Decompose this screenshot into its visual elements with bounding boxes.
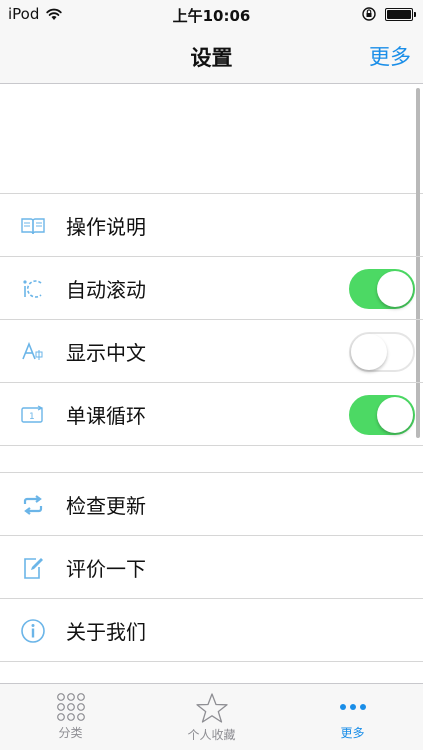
tab-favorites[interactable]: 个人收藏 bbox=[141, 684, 282, 750]
page-title: 设置 bbox=[190, 46, 233, 70]
auto-scroll-icon bbox=[0, 257, 66, 320]
row-label: 操作说明 bbox=[66, 215, 146, 239]
status-bar: iPod 上午10:06 bbox=[0, 0, 423, 28]
row-auto-scroll[interactable]: 自动滚动 bbox=[0, 257, 423, 320]
row-rate-app[interactable]: 评价一下 bbox=[0, 536, 423, 599]
tab-more[interactable]: 更多 bbox=[282, 684, 423, 750]
row-instructions[interactable]: 操作说明 bbox=[0, 194, 423, 257]
grid-icon bbox=[56, 693, 85, 721]
show-chinese-icon bbox=[0, 320, 66, 383]
edit-icon bbox=[0, 536, 66, 599]
auto-scroll-toggle[interactable] bbox=[349, 269, 415, 309]
refresh-icon bbox=[0, 473, 66, 536]
row-label: 关于我们 bbox=[66, 620, 146, 644]
single-loop-toggle[interactable] bbox=[349, 395, 415, 435]
rotation-lock-icon bbox=[362, 7, 376, 21]
tab-label: 更多 bbox=[340, 726, 365, 740]
tab-bar: 分类 个人收藏 更多 bbox=[0, 683, 423, 750]
battery-icon bbox=[385, 7, 416, 21]
status-right bbox=[361, 6, 416, 22]
more-button[interactable]: 更多 bbox=[369, 41, 411, 71]
row-check-update[interactable]: 检查更新 bbox=[0, 473, 423, 536]
row-about-us[interactable]: 关于我们 bbox=[0, 599, 423, 662]
row-label: 单课循环 bbox=[66, 404, 146, 428]
more-icon bbox=[339, 704, 366, 710]
row-label: 评价一下 bbox=[66, 557, 146, 581]
tab-label: 个人收藏 bbox=[187, 728, 236, 742]
star-icon bbox=[195, 693, 228, 723]
show-chinese-toggle[interactable] bbox=[349, 332, 415, 372]
row-label: 显示中文 bbox=[66, 341, 146, 365]
row-label: 自动滚动 bbox=[66, 278, 146, 302]
tab-label: 分类 bbox=[58, 726, 83, 740]
svg-text:1: 1 bbox=[29, 412, 35, 422]
row-show-chinese[interactable]: 显示中文 bbox=[0, 320, 423, 383]
status-time: 上午10:06 bbox=[172, 7, 251, 25]
settings-list[interactable]: 操作说明 自动滚动 显示中文 1 单课循环 检查更新 评价一下 关于我们 bbox=[0, 85, 423, 683]
row-single-loop[interactable]: 1 单课循环 bbox=[0, 383, 423, 446]
info-icon bbox=[0, 599, 66, 662]
row-label: 检查更新 bbox=[66, 494, 146, 518]
navigation-bar: 设置 更多 bbox=[0, 28, 423, 84]
banner-area bbox=[0, 85, 423, 193]
loop-icon: 1 bbox=[0, 383, 66, 446]
book-icon bbox=[0, 194, 66, 257]
tab-categories[interactable]: 分类 bbox=[0, 684, 141, 750]
